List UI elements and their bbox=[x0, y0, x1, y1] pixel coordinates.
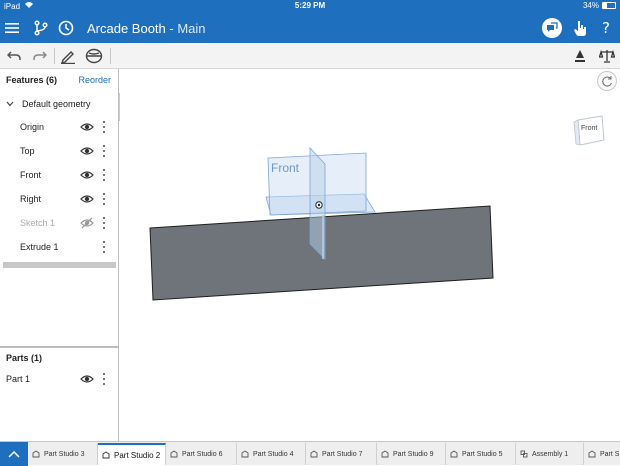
part-studio-icon bbox=[241, 450, 249, 458]
more-options-icon[interactable] bbox=[101, 168, 107, 182]
touch-mode-icon[interactable] bbox=[568, 16, 592, 40]
assembly-icon bbox=[520, 450, 528, 458]
part-studio-icon bbox=[588, 450, 596, 458]
tab-part-studio-partial[interactable]: Part S bbox=[584, 443, 620, 465]
tab-label: Part Studio 9 bbox=[393, 450, 434, 458]
part-item-part-1[interactable]: Part 1 bbox=[0, 369, 118, 389]
tab-label: Part Studio 4 bbox=[253, 450, 294, 458]
more-options-icon[interactable] bbox=[101, 120, 107, 134]
status-time: 5:29 PM bbox=[294, 1, 326, 10]
feature-item-sketch-1[interactable]: Sketch 1 bbox=[0, 213, 118, 233]
feature-list-scrollbar[interactable] bbox=[3, 262, 116, 268]
tab-label: Part S bbox=[600, 450, 620, 458]
svg-text:?: ? bbox=[602, 20, 610, 36]
redo-icon[interactable] bbox=[30, 46, 50, 66]
part-studio-icon bbox=[102, 451, 110, 459]
graphics-viewport[interactable]: Front bbox=[120, 69, 620, 441]
tab-label: Part Studio 3 bbox=[44, 450, 85, 458]
plane-icon[interactable] bbox=[84, 46, 104, 66]
feature-label: Top bbox=[20, 146, 35, 156]
part-studio-icon bbox=[170, 450, 178, 458]
part-studio-icon bbox=[381, 450, 389, 458]
tab-part-studio-4[interactable]: Part Studio 4 bbox=[237, 443, 306, 465]
default-geometry-group[interactable]: Default geometry bbox=[6, 99, 91, 109]
status-bar: iPad 5:29 PM 34% bbox=[0, 0, 620, 12]
eye-icon[interactable] bbox=[80, 373, 94, 385]
tab-bar: Part Studio 3 Part Studio 2 Part Studio … bbox=[0, 441, 620, 466]
plane-label-front: Front bbox=[271, 161, 300, 175]
tab-label: Part Studio 2 bbox=[114, 450, 161, 460]
part-studio-icon bbox=[310, 450, 318, 458]
help-icon[interactable]: ? bbox=[594, 16, 618, 40]
toolbar bbox=[0, 43, 620, 69]
feature-label: Front bbox=[20, 170, 42, 180]
measure-icon[interactable] bbox=[570, 46, 590, 66]
chevron-up-icon bbox=[8, 450, 20, 458]
toolbar-divider bbox=[54, 48, 55, 64]
panel-divider[interactable] bbox=[0, 346, 119, 348]
more-options-icon[interactable] bbox=[101, 216, 107, 230]
version-graph-icon[interactable] bbox=[29, 16, 53, 40]
features-header: Features (6) bbox=[6, 75, 58, 85]
eye-hidden-icon[interactable] bbox=[80, 217, 94, 229]
view-cube-face-label: Front bbox=[581, 125, 598, 132]
sketch-pencil-icon[interactable] bbox=[58, 46, 78, 66]
app-bar: Arcade Booth - Main ? bbox=[0, 12, 620, 43]
group-label: Default geometry bbox=[22, 99, 91, 109]
feature-label: Right bbox=[20, 194, 42, 204]
mass-properties-icon[interactable] bbox=[597, 46, 617, 66]
eye-icon[interactable] bbox=[80, 145, 94, 157]
part-studio-icon bbox=[450, 450, 458, 458]
tab-manager-button[interactable] bbox=[0, 442, 28, 466]
eye-icon[interactable] bbox=[80, 193, 94, 205]
tab-label: Part Studio 5 bbox=[462, 450, 503, 458]
chevron-down-icon bbox=[6, 101, 14, 107]
tab-part-studio-7[interactable]: Part Studio 7 bbox=[306, 443, 377, 465]
tab-part-studio-6[interactable]: Part Studio 6 bbox=[166, 443, 237, 465]
eye-icon[interactable] bbox=[80, 121, 94, 133]
part-studio-icon bbox=[32, 450, 40, 458]
title-separator: - bbox=[165, 21, 178, 36]
tab-label: Part Studio 6 bbox=[182, 450, 223, 458]
battery-icon bbox=[602, 2, 616, 9]
undo-icon[interactable] bbox=[4, 46, 24, 66]
history-clock-icon[interactable] bbox=[54, 16, 78, 40]
feature-label: Sketch 1 bbox=[20, 218, 56, 228]
tab-label: Part Studio 7 bbox=[322, 450, 363, 458]
more-options-icon[interactable] bbox=[101, 192, 107, 206]
eye-icon[interactable] bbox=[80, 169, 94, 181]
menu-icon[interactable] bbox=[0, 16, 24, 40]
workspace-name: Main bbox=[177, 21, 206, 36]
more-options-icon[interactable] bbox=[101, 144, 107, 158]
comments-icon[interactable] bbox=[540, 16, 564, 40]
more-options-icon[interactable] bbox=[101, 372, 107, 386]
feature-item-origin[interactable]: Origin bbox=[0, 117, 118, 137]
tab-part-studio-5[interactable]: Part Studio 5 bbox=[446, 443, 516, 465]
more-options-icon[interactable] bbox=[101, 240, 107, 254]
feature-list-panel: Features (6) Reorder Default geometry Or… bbox=[0, 69, 119, 441]
feature-item-top[interactable]: Top bbox=[0, 141, 118, 161]
document-name: Arcade Booth bbox=[87, 21, 166, 36]
reorder-link[interactable]: Reorder bbox=[78, 75, 111, 85]
part-label: Part 1 bbox=[6, 374, 31, 384]
tab-part-studio-9[interactable]: Part Studio 9 bbox=[377, 443, 446, 465]
tab-label: Assembly 1 bbox=[532, 450, 569, 458]
view-rotate-icon[interactable] bbox=[597, 71, 617, 91]
toolbar-divider-2 bbox=[110, 48, 111, 64]
tab-part-studio-3[interactable]: Part Studio 3 bbox=[28, 443, 98, 465]
view-cube[interactable]: Front bbox=[572, 112, 606, 146]
tab-assembly-1[interactable]: Assembly 1 bbox=[516, 443, 584, 465]
feature-label: Origin bbox=[20, 122, 45, 132]
feature-label: Extrude 1 bbox=[20, 242, 59, 252]
document-title: Arcade Booth - Main bbox=[87, 21, 206, 36]
tab-part-studio-2[interactable]: Part Studio 2 bbox=[98, 443, 166, 465]
parts-header: Parts (1) bbox=[6, 353, 43, 363]
feature-item-right[interactable]: Right bbox=[0, 189, 118, 209]
battery-percent: 34% bbox=[582, 1, 599, 10]
feature-item-front[interactable]: Front bbox=[0, 165, 118, 185]
feature-item-extrude-1[interactable]: Extrude 1 bbox=[0, 237, 118, 257]
